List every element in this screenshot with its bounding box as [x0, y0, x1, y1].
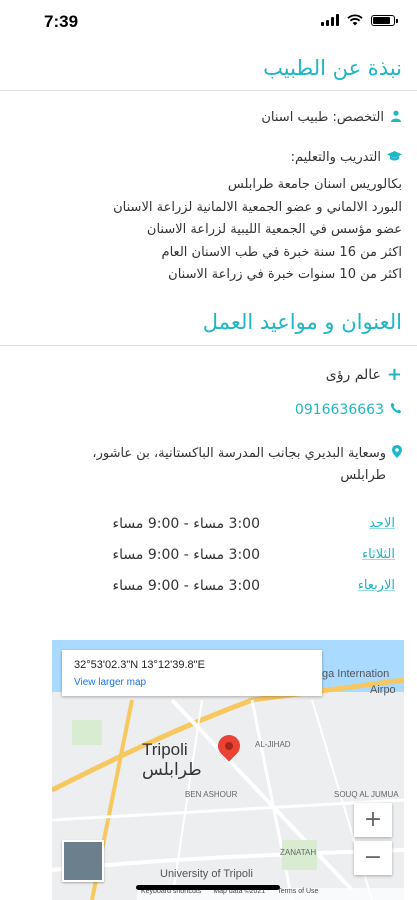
map-marker-icon	[392, 443, 402, 462]
battery-icon	[371, 14, 398, 26]
phone-icon	[390, 402, 402, 418]
map-label: Airpo	[370, 684, 396, 696]
map-coordinates: 32°53'02.3"N 13°12'39.8"E	[74, 659, 205, 671]
clinic-row: + عالم رؤى	[326, 364, 402, 385]
divider	[0, 90, 417, 91]
phone-number[interactable]: 0916636663	[295, 402, 384, 418]
status-time: 7:39	[44, 12, 79, 31]
address-row: وسعاية البديري بجانب المدرسة الباكستانية…	[92, 443, 402, 487]
training-line: البورد الالماني و عضو الجمعية الالمانية …	[113, 199, 402, 215]
home-indicator	[136, 885, 280, 890]
street-address: وسعاية البديري بجانب المدرسة الباكستانية…	[92, 446, 386, 461]
phone-row[interactable]: 0916636663	[295, 402, 402, 418]
wifi-icon	[347, 14, 363, 26]
map-label: ZANATAH	[280, 848, 317, 857]
training-heading: التدريب والتعليم:	[290, 150, 381, 165]
zoom-in-button[interactable]: +	[354, 803, 392, 837]
hours-day[interactable]: الاحد	[369, 516, 395, 531]
city-address: طرابلس	[340, 468, 386, 483]
map-city-label-ar: طرابلس	[142, 760, 202, 780]
embedded-map[interactable]: 32°53'02.3"N 13°12'39.8"E View larger ma…	[52, 640, 404, 900]
training-line: اكثر من 10 سنوات خبرة في زراعة الاسنان	[168, 267, 402, 282]
zoom-out-button[interactable]: −	[354, 841, 392, 875]
divider	[0, 345, 417, 346]
address-title: العنوان و مواعيد العمل	[202, 310, 402, 334]
clinic-name: عالم رؤى	[325, 366, 381, 383]
graduation-cap-icon	[387, 150, 402, 165]
hours-time: 3:00 مساء - 9:00 مساء	[112, 547, 260, 563]
hours-row: الثلاثاء 3:00 مساء - 9:00 مساء	[0, 547, 417, 577]
training-heading-row: التدريب والتعليم:	[291, 150, 402, 165]
training-line: اكثر من 16 سنة خبرة في طب الاسنان العام	[161, 244, 402, 260]
hours-time: 3:00 مساء - 9:00 مساء	[112, 516, 260, 532]
specialty-text: التخصص: طبيب اسنان	[261, 110, 384, 125]
specialty-row: التخصص: طبيب اسنان	[261, 110, 402, 125]
plus-icon: +	[386, 364, 402, 385]
map-label: BEN ASHOUR	[185, 790, 238, 799]
hours-row: الاحد 3:00 مساء - 9:00 مساء	[0, 516, 417, 546]
training-list: بكالوريس اسنان جامعة طرابلس البورد الالم…	[12, 174, 402, 287]
doctor-icon	[390, 110, 402, 125]
hours-day[interactable]: الاربعاء	[358, 578, 395, 593]
map-label: AL-JIHAD	[255, 740, 291, 749]
hours-time: 3:00 مساء - 9:00 مساء	[112, 578, 260, 594]
about-title: نبذة عن الطبيب	[263, 56, 402, 80]
terms-of-use-link[interactable]: Terms of Use	[277, 888, 318, 900]
training-line: عضو مؤسس في الجمعية الليبية لزراعة الاسن…	[146, 222, 402, 237]
map-label: SOUQ AL JUMUA	[334, 790, 399, 799]
map-label: ga Internation	[322, 668, 390, 680]
training-line: بكالوريس اسنان جامعة طرابلس	[227, 177, 402, 192]
hours-day[interactable]: الثلاثاء	[362, 547, 395, 562]
view-larger-map-link[interactable]: View larger map	[74, 677, 146, 688]
map-info-card: 32°53'02.3"N 13°12'39.8"E View larger ma…	[62, 650, 322, 696]
map-label: University of Tripoli	[160, 868, 253, 880]
status-icons	[321, 14, 398, 26]
signal-icon	[321, 14, 339, 26]
map-city-label-en: Tripoli	[142, 740, 188, 759]
hours-row: الاربعاء 3:00 مساء - 9:00 مساء	[0, 578, 417, 608]
status-bar: 7:39	[0, 0, 417, 44]
satellite-toggle-thumbnail[interactable]	[62, 840, 104, 882]
